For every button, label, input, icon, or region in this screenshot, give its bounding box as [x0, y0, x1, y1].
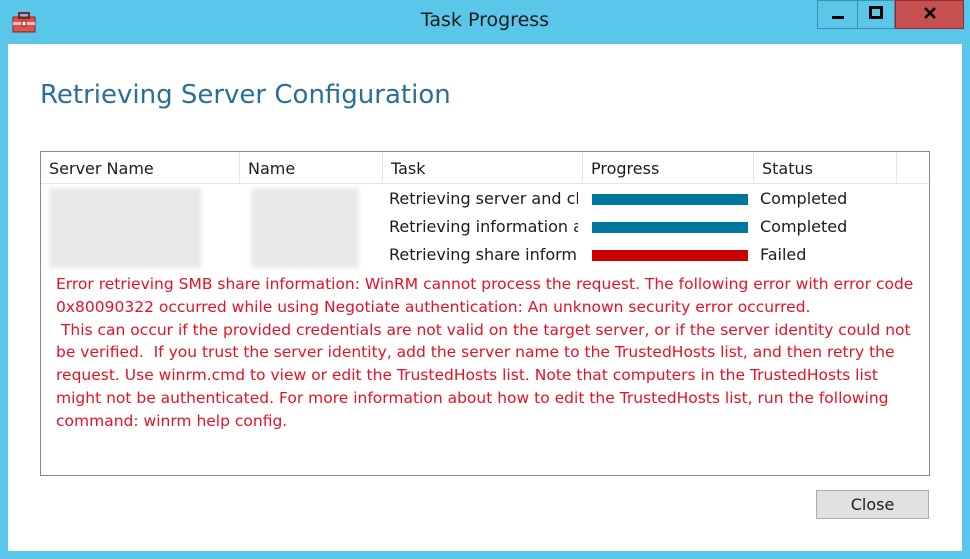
- close-window-button[interactable]: [895, 0, 964, 29]
- progress-bar: [592, 250, 748, 261]
- progress-bar-fill: [592, 250, 748, 261]
- minimize-icon: [830, 5, 846, 25]
- progress-bar: [592, 194, 748, 205]
- progress-bar: [592, 222, 748, 233]
- column-header-server-name[interactable]: Server Name: [41, 152, 240, 183]
- status-cell: Failed: [760, 245, 807, 264]
- task-grid: Server Name Name Task Progress Status Re…: [40, 151, 930, 476]
- maximize-button[interactable]: [857, 0, 895, 29]
- task-cell: Retrieving server and clus: [389, 189, 578, 208]
- error-message: Error retrieving SMB share information: …: [56, 275, 914, 430]
- progress-bar-fill: [592, 194, 748, 205]
- table-row[interactable]: Retrieving information ab Completed: [41, 213, 929, 241]
- task-cell: Retrieving share informat: [389, 245, 578, 264]
- title-bar[interactable]: Task Progress: [0, 0, 970, 44]
- column-header-task[interactable]: Task: [383, 152, 583, 183]
- column-header-name[interactable]: Name: [240, 152, 383, 183]
- dialog-content: Retrieving Server Configuration Server N…: [8, 44, 962, 551]
- close-icon: [922, 5, 938, 25]
- maximize-icon: [868, 5, 884, 25]
- task-progress-window: Task Progress Retrieving Server Configur…: [0, 0, 970, 559]
- status-cell: Completed: [760, 217, 848, 236]
- close-button[interactable]: Close: [816, 490, 929, 519]
- status-cell: Completed: [760, 189, 848, 208]
- grid-header: Server Name Name Task Progress Status: [41, 152, 929, 184]
- column-header-status[interactable]: Status: [754, 152, 897, 183]
- table-row[interactable]: Retrieving share informat Failed: [41, 241, 929, 269]
- task-cell: Retrieving information ab: [389, 217, 578, 236]
- table-row[interactable]: Retrieving server and clus Completed: [41, 185, 929, 213]
- progress-bar-fill: [592, 222, 748, 233]
- minimize-button[interactable]: [817, 0, 857, 29]
- column-header-progress[interactable]: Progress: [583, 152, 754, 183]
- page-title: Retrieving Server Configuration: [40, 80, 451, 110]
